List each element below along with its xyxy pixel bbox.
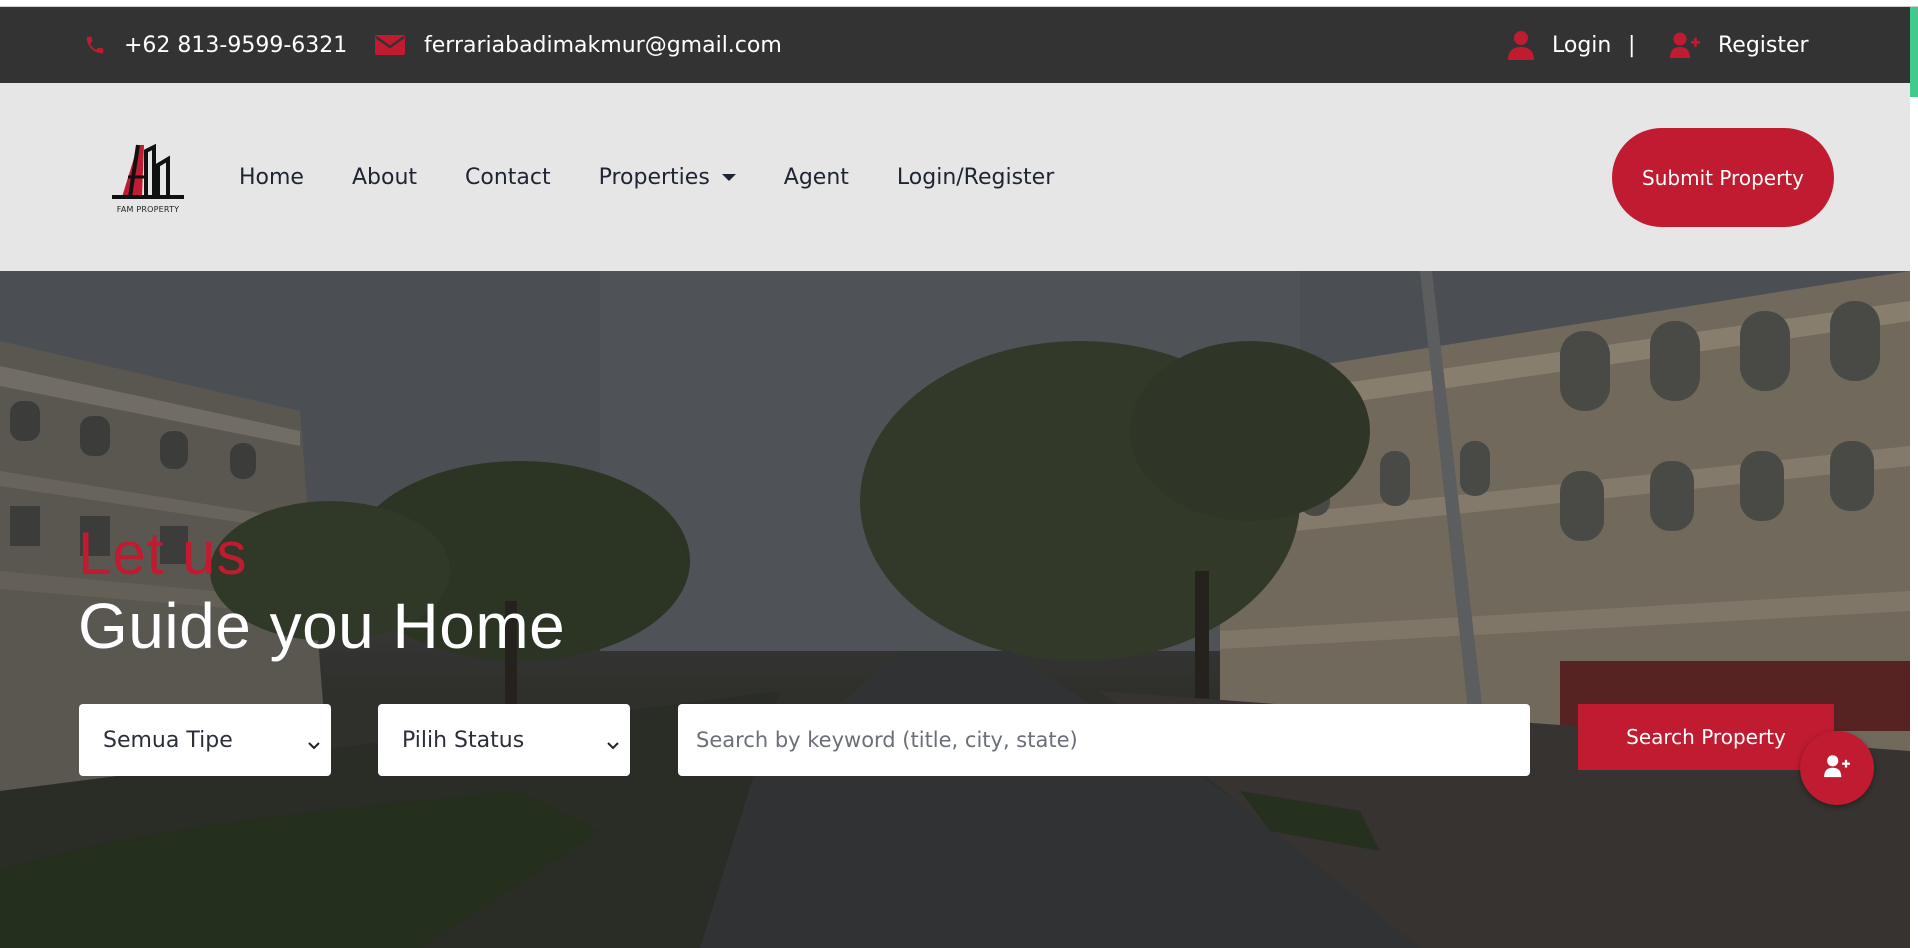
- main-navbar: FAM PROPERTY Home About Contact Properti…: [0, 83, 1910, 271]
- fam-property-logo[interactable]: FAM PROPERTY: [108, 137, 188, 219]
- nav-home[interactable]: Home: [239, 165, 304, 190]
- nav-properties-label: Properties: [598, 164, 710, 190]
- user-plus-icon: [1823, 754, 1851, 782]
- top-contact-bar: +62 813-9599-6321 ferrariabadimakmur@gma…: [0, 7, 1910, 83]
- chevron-down-icon: [307, 732, 321, 757]
- scroll-indicator: [1910, 7, 1918, 97]
- scrollbar-track[interactable]: [1910, 97, 1918, 948]
- hero-title-main: Guide you Home: [78, 590, 566, 662]
- property-type-value: Semua Tipe: [103, 727, 233, 753]
- property-type-select[interactable]: Semua Tipe: [79, 704, 331, 776]
- topbar-login-link[interactable]: Login: [1508, 7, 1611, 83]
- nav-agent[interactable]: Agent: [784, 165, 849, 190]
- hero-title-accent: Let us: [78, 520, 248, 587]
- phone-number: +62 813-9599-6321: [124, 32, 348, 58]
- logo-text: FAM PROPERTY: [116, 205, 180, 214]
- login-register-separator: |: [1628, 32, 1636, 58]
- floating-add-user-button[interactable]: [1800, 731, 1874, 805]
- property-status-select[interactable]: Pilih Status: [378, 704, 630, 776]
- hero-banner: Let us Guide you Home Semua Tipe Pilih S…: [0, 271, 1910, 948]
- email-contact[interactable]: ferrariabadimakmur@gmail.com: [374, 7, 782, 83]
- chevron-down-icon: [606, 732, 620, 757]
- login-label: Login: [1552, 32, 1612, 58]
- keyword-search-input[interactable]: Search by keyword (title, city, state): [678, 704, 1530, 776]
- nav-properties-dropdown[interactable]: Properties: [599, 165, 736, 190]
- search-placeholder: Search by keyword (title, city, state): [696, 728, 1078, 752]
- nav-links: Home About Contact Properties Agent Logi…: [239, 83, 1102, 271]
- submit-property-button[interactable]: Submit Property: [1612, 128, 1834, 227]
- window-top-edge: [0, 0, 1918, 7]
- user-icon: [1508, 30, 1534, 60]
- phone-icon: [84, 34, 106, 56]
- nav-about[interactable]: About: [352, 165, 417, 190]
- nav-login-register[interactable]: Login/Register: [897, 165, 1054, 190]
- envelope-icon: [374, 33, 406, 57]
- phone-contact[interactable]: +62 813-9599-6321: [84, 7, 347, 83]
- nav-contact[interactable]: Contact: [465, 165, 551, 190]
- search-property-button[interactable]: Search Property: [1578, 704, 1834, 770]
- caret-down-icon: [721, 173, 736, 181]
- topbar-register-link[interactable]: Register: [1670, 7, 1809, 83]
- register-label: Register: [1718, 32, 1809, 58]
- property-status-value: Pilih Status: [402, 727, 525, 753]
- user-plus-icon: [1670, 31, 1700, 59]
- email-address: ferrariabadimakmur@gmail.com: [424, 32, 782, 58]
